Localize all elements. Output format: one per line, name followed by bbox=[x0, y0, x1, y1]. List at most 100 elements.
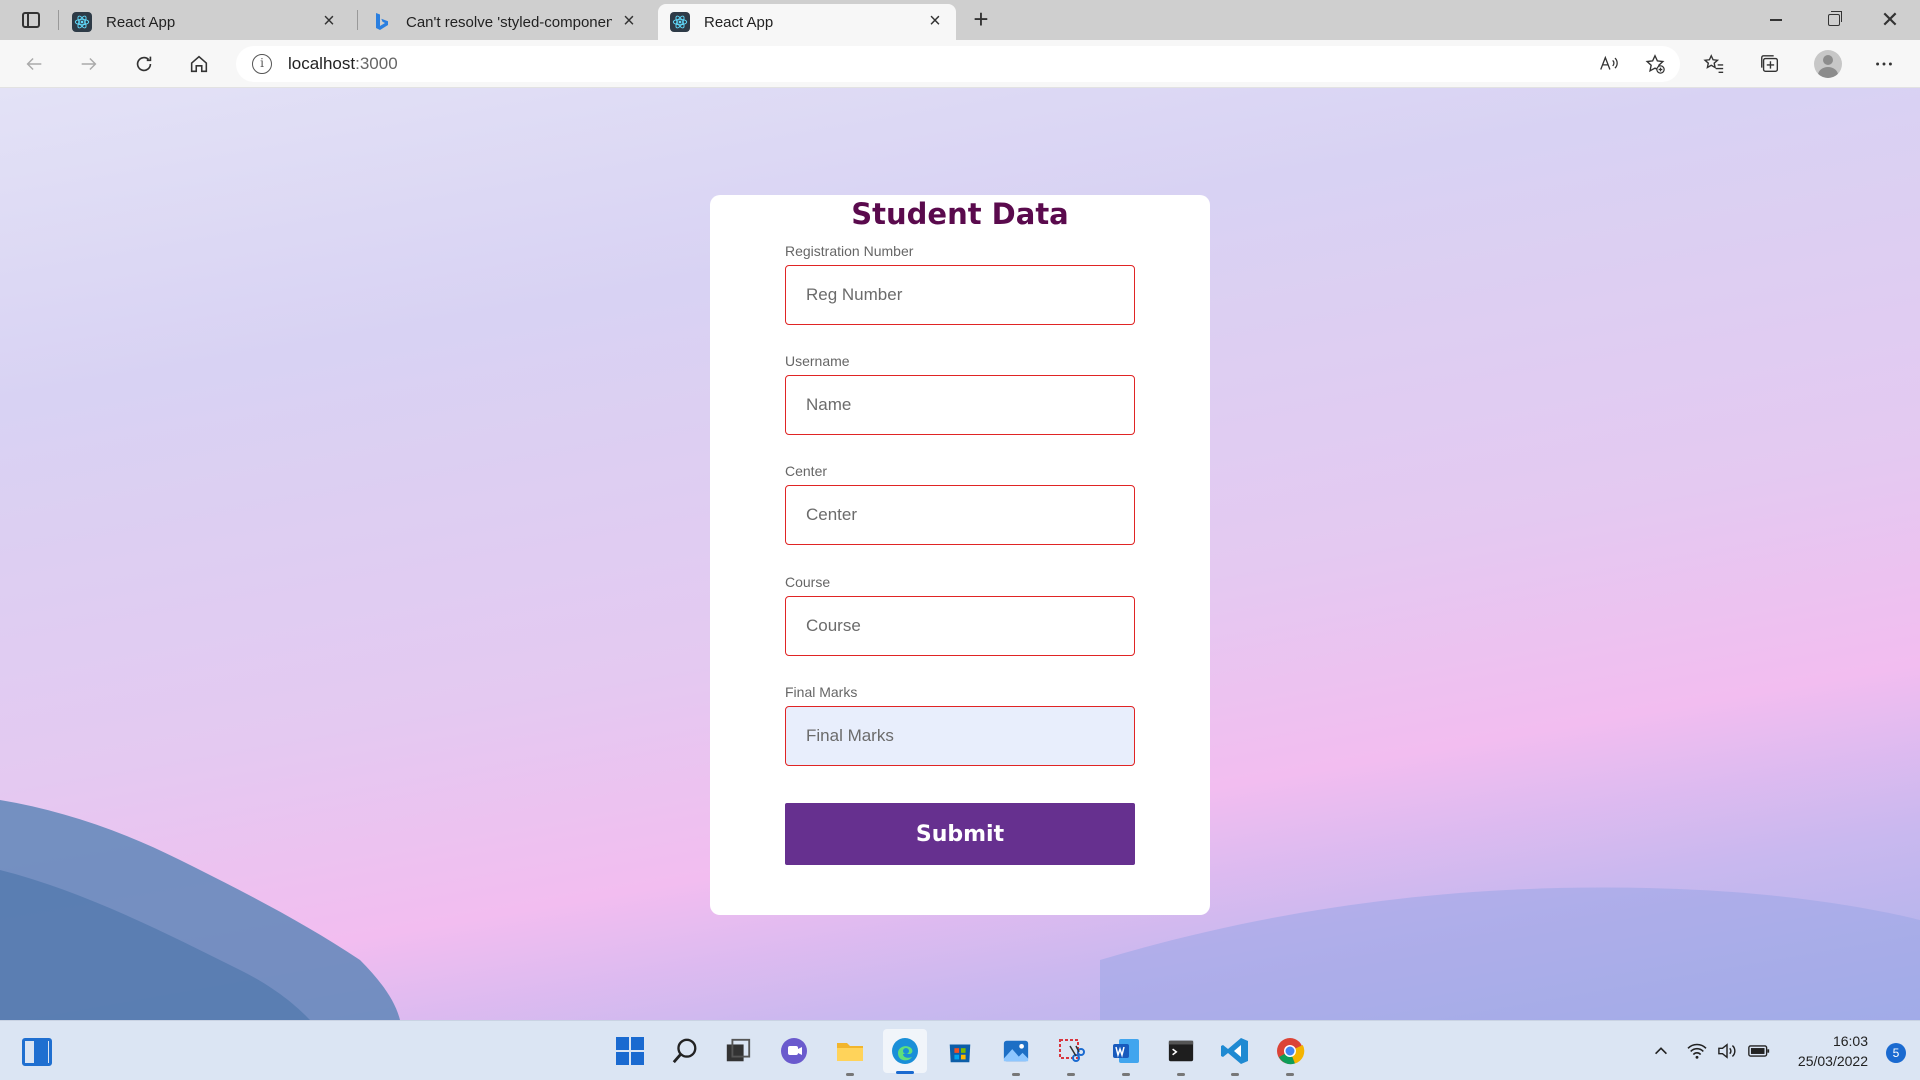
forward-button[interactable] bbox=[71, 48, 107, 80]
volume-button[interactable] bbox=[1716, 1021, 1738, 1080]
battery-button[interactable] bbox=[1748, 1021, 1770, 1080]
notification-badge[interactable]: 5 bbox=[1886, 1043, 1906, 1063]
snipping-tool-icon bbox=[1059, 1039, 1085, 1062]
add-favorite-button[interactable] bbox=[1637, 48, 1673, 80]
course-input[interactable]: Course bbox=[785, 596, 1135, 656]
new-tab-button[interactable]: + bbox=[966, 6, 996, 34]
url-text: localhost:3000 bbox=[288, 54, 398, 73]
refresh-button[interactable] bbox=[126, 48, 162, 80]
search-icon bbox=[672, 1038, 697, 1064]
wifi-icon bbox=[1687, 1043, 1707, 1059]
tab-separator bbox=[58, 10, 59, 30]
windows-icon bbox=[616, 1037, 644, 1065]
folder-icon bbox=[837, 1043, 863, 1061]
running-indicator bbox=[1177, 1073, 1185, 1076]
final-marks-input[interactable]: Final Marks bbox=[785, 706, 1135, 766]
tab-strip: React App × Can't resolve 'styled-compon… bbox=[0, 0, 1920, 40]
arrow-left-icon bbox=[26, 57, 42, 71]
photos-button[interactable] bbox=[999, 1034, 1033, 1076]
registration-number-input[interactable]: Reg Number bbox=[785, 265, 1135, 325]
refresh-icon bbox=[136, 56, 152, 72]
terminal-button[interactable] bbox=[1164, 1034, 1198, 1076]
close-tab-icon[interactable]: × bbox=[620, 11, 638, 31]
tab-styled-components[interactable]: Can't resolve 'styled-components' × bbox=[360, 4, 650, 40]
tab-title: Can't resolve 'styled-components' bbox=[406, 13, 612, 31]
widgets-icon[interactable] bbox=[22, 1038, 52, 1066]
username-input[interactable]: Name bbox=[785, 375, 1135, 435]
running-indicator bbox=[1286, 1073, 1294, 1076]
arrow-right-icon bbox=[81, 57, 97, 71]
collections-button[interactable] bbox=[1752, 48, 1788, 80]
back-button[interactable] bbox=[16, 48, 52, 80]
home-button[interactable] bbox=[181, 48, 217, 80]
page-viewport: Student Data Registration Number Reg Num… bbox=[0, 88, 1920, 1020]
site-info-icon[interactable]: i bbox=[252, 54, 272, 74]
running-indicator bbox=[1122, 1073, 1130, 1076]
student-form-card: Student Data Registration Number Reg Num… bbox=[710, 195, 1210, 915]
field-label: Username bbox=[785, 353, 850, 369]
minimize-button[interactable] bbox=[1748, 0, 1804, 40]
running-indicator bbox=[1231, 1073, 1239, 1076]
final-marks-field: Final Marks Final Marks bbox=[785, 684, 1135, 766]
photos-icon bbox=[1003, 1040, 1029, 1062]
restore-button[interactable] bbox=[1806, 0, 1862, 40]
start-button[interactable] bbox=[613, 1034, 647, 1068]
chevron-up-icon bbox=[1655, 1047, 1667, 1055]
center-field: Center Center bbox=[785, 463, 1135, 545]
snipping-tool-button[interactable] bbox=[1054, 1034, 1088, 1076]
course-field: Course Course bbox=[785, 574, 1135, 656]
restore-icon bbox=[1828, 11, 1842, 26]
profile-button[interactable] bbox=[1810, 48, 1846, 80]
submit-button[interactable]: Submit bbox=[785, 803, 1135, 865]
terminal-icon bbox=[1168, 1040, 1194, 1062]
tab-title: React App bbox=[106, 13, 176, 31]
settings-menu-button[interactable] bbox=[1866, 48, 1902, 80]
running-indicator bbox=[896, 1071, 914, 1074]
star-add-icon bbox=[1645, 54, 1665, 74]
field-label: Center bbox=[785, 463, 828, 479]
search-button[interactable] bbox=[668, 1034, 702, 1068]
clock[interactable]: 16:03 25/03/2022 bbox=[1798, 1031, 1868, 1071]
store-button[interactable] bbox=[943, 1034, 977, 1068]
date-text: 25/03/2022 bbox=[1797, 1053, 1868, 1069]
chrome-button[interactable] bbox=[1273, 1034, 1307, 1076]
edge-icon bbox=[892, 1038, 918, 1064]
center-input[interactable]: Center bbox=[785, 485, 1135, 545]
file-explorer-button[interactable] bbox=[833, 1034, 867, 1076]
home-icon bbox=[190, 55, 208, 73]
edge-button[interactable] bbox=[883, 1029, 927, 1074]
minimize-icon bbox=[1770, 19, 1782, 21]
tab-separator bbox=[357, 10, 358, 30]
show-hidden-icons-button[interactable] bbox=[1652, 1021, 1670, 1080]
task-view-button[interactable] bbox=[721, 1034, 755, 1068]
browser-toolbar: i localhost:3000 bbox=[0, 40, 1920, 88]
username-field: Username Name bbox=[785, 353, 1135, 435]
word-button[interactable] bbox=[1109, 1034, 1143, 1076]
read-aloud-button[interactable] bbox=[1591, 48, 1627, 80]
favorites-icon bbox=[1703, 54, 1724, 73]
field-label: Final Marks bbox=[785, 684, 858, 700]
word-icon bbox=[1113, 1039, 1139, 1063]
tab-actions-icon bbox=[22, 12, 40, 28]
more-icon bbox=[1876, 62, 1892, 66]
close-tab-icon[interactable]: × bbox=[926, 11, 944, 31]
address-bar[interactable]: i localhost:3000 bbox=[236, 46, 1680, 82]
wifi-button[interactable] bbox=[1686, 1021, 1708, 1080]
favorites-button[interactable] bbox=[1696, 48, 1732, 80]
volume-icon bbox=[1718, 1043, 1736, 1059]
close-window-button[interactable]: ✕ bbox=[1862, 0, 1918, 40]
bing-icon bbox=[372, 12, 392, 32]
teams-chat-button[interactable] bbox=[777, 1034, 811, 1068]
form-title: Student Data bbox=[851, 197, 1069, 231]
running-indicator bbox=[1067, 1073, 1075, 1076]
collections-icon bbox=[1761, 55, 1779, 73]
tab-react-app-1[interactable]: React App × bbox=[60, 4, 350, 40]
tab-react-app-active[interactable]: React App × bbox=[658, 4, 956, 40]
vscode-icon bbox=[1221, 1038, 1248, 1064]
vscode-button[interactable] bbox=[1218, 1034, 1252, 1076]
battery-icon bbox=[1748, 1045, 1770, 1057]
close-tab-icon[interactable]: × bbox=[320, 11, 338, 31]
tab-actions-button[interactable] bbox=[14, 8, 48, 32]
field-label: Course bbox=[785, 574, 831, 590]
tab-title: React App bbox=[704, 13, 774, 31]
